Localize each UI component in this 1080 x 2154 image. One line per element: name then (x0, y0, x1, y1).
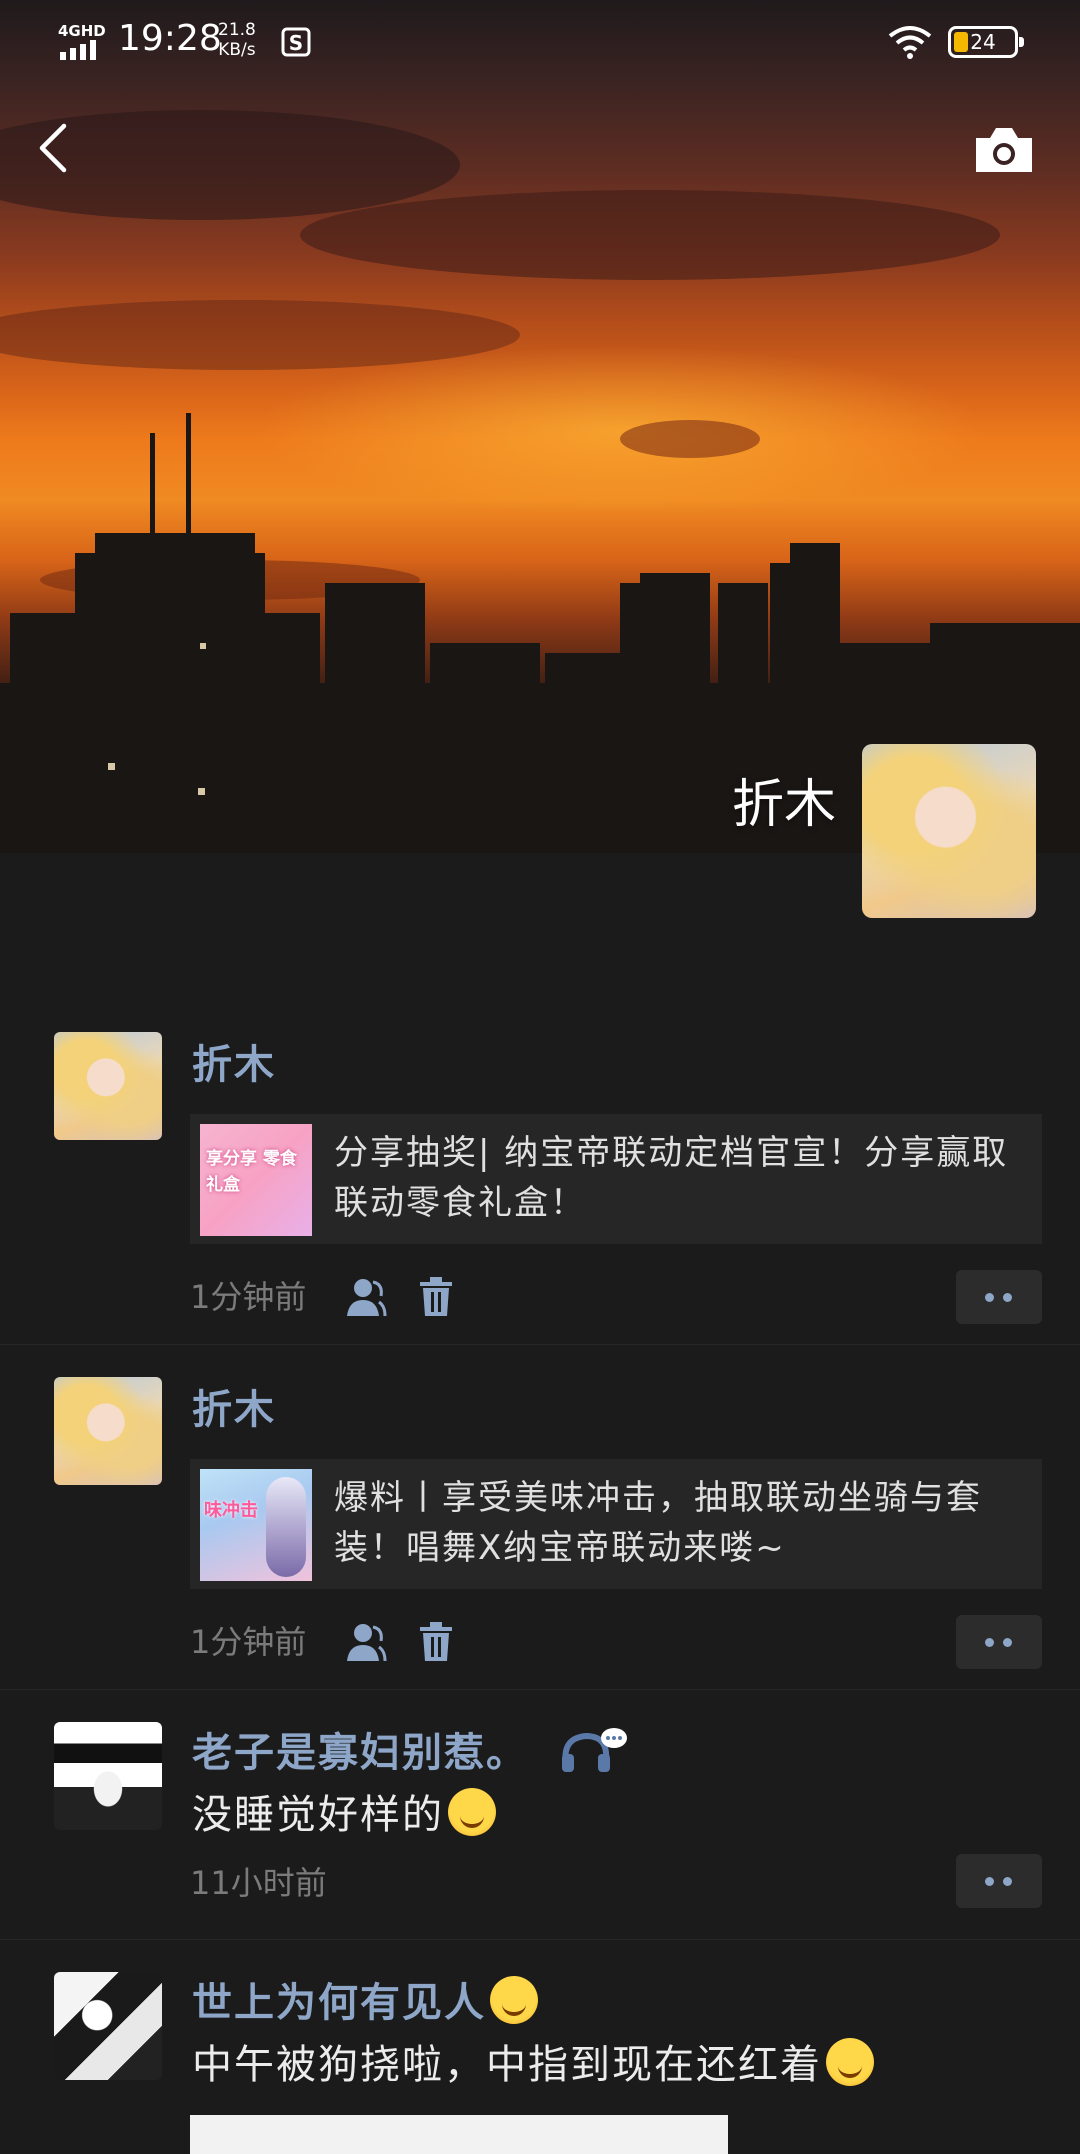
author-avatar[interactable] (54, 1722, 162, 1830)
screenshot-icon: S (281, 27, 311, 57)
post-time: 11小时前 (190, 1864, 327, 1902)
profile-avatar[interactable] (862, 744, 1036, 918)
signal-icon (60, 40, 100, 60)
network-speed: 21.8 KB/s (218, 20, 256, 60)
smile-emoji-icon (448, 1788, 496, 1836)
battery-icon: 24 (948, 26, 1024, 58)
more-dots-icon[interactable] (956, 1615, 1042, 1669)
author-name[interactable]: 折木 (192, 1032, 276, 1090)
more-dots-icon[interactable] (956, 1854, 1042, 1908)
status-bar: 4GHD 19:28 21.8 KB/s S 24 (0, 0, 1080, 84)
people-icon[interactable] (345, 1276, 387, 1318)
more-dots-icon[interactable] (956, 1270, 1042, 1324)
author-avatar[interactable] (54, 1032, 162, 1140)
moment-item: 老子是寡妇别惹。 没睡觉好样的 11小时前 (0, 1690, 1080, 1940)
shared-link-title: 爆料丨享受美味冲击，抽取联动坐骑与套装！唱舞X纳宝帝联动来喽~ (334, 1478, 982, 1568)
moment-item: 折木 味冲击 爆料丨享受美味冲击，抽取联动坐骑与套装！唱舞X纳宝帝联动来喽~ 1… (0, 1345, 1080, 1690)
shared-link-thumbnail: 享分享 零食礼盒 (200, 1124, 312, 1236)
author-avatar[interactable] (54, 1377, 162, 1485)
camera-icon[interactable] (972, 124, 1036, 176)
post-text: 没睡觉好样的 (192, 1782, 496, 1840)
post-time: 1分钟前 (190, 1623, 307, 1661)
profile-name[interactable]: 折木 (620, 762, 836, 837)
moment-item: 折木 享分享 零食礼盒 分享抽奖| 纳宝帝联动定档官宣！分享赢取联动零食礼盒！ … (0, 1000, 1080, 1345)
svg-text:S: S (289, 31, 303, 55)
author-name[interactable]: 世上为何有见人 (192, 1970, 538, 2028)
network-type: 4GHD (58, 22, 106, 40)
trash-icon[interactable] (418, 1276, 454, 1318)
clock: 19:28 (118, 18, 222, 59)
author-avatar[interactable] (54, 1972, 162, 2080)
moments-page: 4GHD 19:28 21.8 KB/s S 24 折木 折木 享分享 零食礼盒… (0, 0, 1080, 2154)
post-text: 中午被狗挠啦，中指到现在还红着 (192, 2032, 874, 2090)
shared-link-thumbnail: 味冲击 (200, 1469, 312, 1581)
wifi-icon (888, 26, 932, 59)
trash-icon[interactable] (418, 1621, 454, 1663)
back-arrow-icon[interactable] (30, 118, 78, 178)
author-name[interactable]: 折木 (192, 1377, 276, 1435)
post-time: 1分钟前 (190, 1278, 307, 1316)
people-icon[interactable] (345, 1621, 387, 1663)
blush-emoji-icon (826, 2038, 874, 2086)
music-comment-icon (561, 1728, 627, 1772)
sweat-smile-emoji-icon (490, 1976, 538, 2024)
shared-link-card[interactable]: 味冲击 爆料丨享受美味冲击，抽取联动坐骑与套装！唱舞X纳宝帝联动来喽~ (190, 1459, 1042, 1589)
author-name[interactable]: 老子是寡妇别惹。 (192, 1720, 628, 1778)
shared-link-title: 分享抽奖| 纳宝帝联动定档官宣！分享赢取联动零食礼盒！ (334, 1133, 1009, 1223)
cover-image[interactable]: 4GHD 19:28 21.8 KB/s S 24 折木 (0, 0, 1080, 853)
shared-link-card[interactable]: 享分享 零食礼盒 分享抽奖| 纳宝帝联动定档官宣！分享赢取联动零食礼盒！ (190, 1114, 1042, 1244)
post-image[interactable] (190, 2115, 728, 2154)
